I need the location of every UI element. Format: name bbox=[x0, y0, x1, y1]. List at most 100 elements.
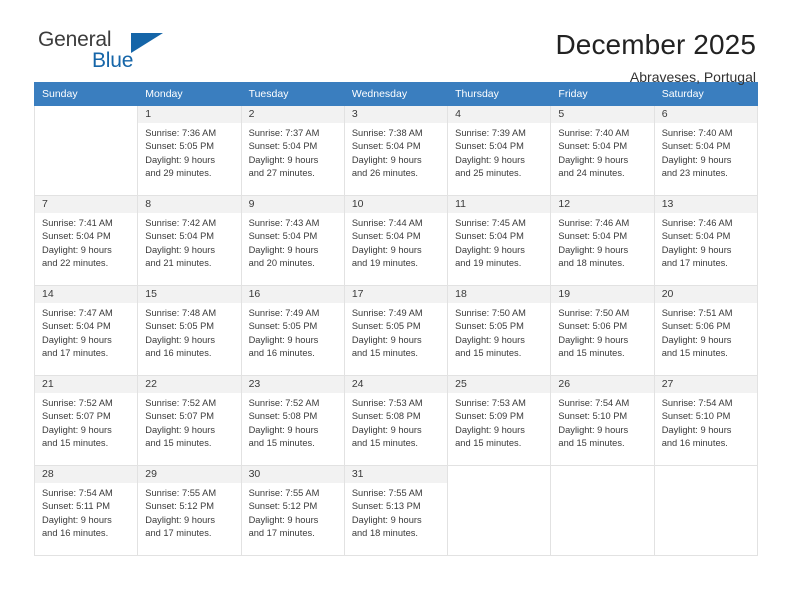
sunset-time: Sunset: 5:08 PM bbox=[351, 411, 421, 422]
day-cell[interactable]: 17 Sunrise: 7:49 AM Sunset: 5:05 PM Dayligh… bbox=[343, 285, 449, 376]
sunset-time: Sunset: 5:13 PM bbox=[351, 501, 421, 512]
day-cell[interactable]: 4 Sunrise: 7:39 AM Sunset: 5:04 PM Daylight… bbox=[447, 105, 552, 196]
day-number: 14 bbox=[35, 286, 138, 303]
general-blue-logo[interactable]: General Blue bbox=[34, 28, 164, 80]
sun-times-block: Sunrise: 7:40 AM Sunset: 5:04 PM Daylight:… bbox=[551, 123, 653, 180]
day-cell[interactable]: 23 Sunrise: 7:52 AM Sunset: 5:08 PM Dayligh… bbox=[240, 375, 345, 466]
day-cell[interactable]: 2 Sunrise: 7:37 AM Sunset: 5:04 PM Daylight… bbox=[240, 105, 345, 196]
day-number: 30 bbox=[241, 466, 344, 483]
daylight-duration-line-1: Daylight: 9 hours bbox=[145, 334, 216, 345]
daylight-duration-line-1: Daylight: 9 hours bbox=[661, 244, 732, 255]
day-number: 6 bbox=[654, 106, 757, 123]
day-number: 29 bbox=[138, 466, 241, 483]
day-cell[interactable]: 8 Sunrise: 7:42 AM Sunset: 5:04 PM Daylight… bbox=[137, 195, 242, 286]
day-number bbox=[551, 466, 654, 483]
sunset-time: Sunset: 5:06 PM bbox=[661, 321, 731, 332]
day-cell[interactable]: 22 Sunrise: 7:52 AM Sunset: 5:07 PM Dayligh… bbox=[137, 375, 242, 466]
daylight-duration-line-2: and 17 minutes. bbox=[661, 257, 728, 268]
sunset-time: Sunset: 5:10 PM bbox=[558, 411, 628, 422]
sunrise-time: Sunrise: 7:52 AM bbox=[42, 398, 113, 408]
sun-times-block: Sunrise: 7:46 AM Sunset: 5:04 PM Daylight:… bbox=[551, 213, 653, 270]
day-number: 16 bbox=[241, 286, 344, 303]
day-number: 7 bbox=[35, 196, 138, 213]
daylight-duration-line-1: Daylight: 9 hours bbox=[351, 154, 422, 165]
sunrise-time: Sunrise: 7:41 AM bbox=[42, 218, 113, 228]
daylight-duration-line-2: and 16 minutes. bbox=[661, 437, 728, 448]
day-cell[interactable]: 19 Sunrise: 7:50 AM Sunset: 5:06 PM Dayligh… bbox=[550, 285, 655, 376]
day-cell[interactable]: 24 Sunrise: 7:53 AM Sunset: 5:08 PM Dayligh… bbox=[343, 375, 449, 466]
sun-times-block: Sunrise: 7:49 AM Sunset: 5:05 PM Daylight:… bbox=[345, 303, 447, 360]
daylight-duration-line-1: Daylight: 9 hours bbox=[248, 154, 319, 165]
day-cell[interactable]: 15 Sunrise: 7:48 AM Sunset: 5:05 PM Dayligh… bbox=[137, 285, 242, 376]
page-subtitle: Abraveses, Portugal bbox=[629, 69, 756, 85]
day-cell[interactable]: 11 Sunrise: 7:45 AM Sunset: 5:04 PM Dayligh… bbox=[447, 195, 552, 286]
daylight-duration-line-1: Daylight: 9 hours bbox=[661, 424, 732, 435]
day-cell[interactable]: 1 Sunrise: 7:36 AM Sunset: 5:05 PM Daylight… bbox=[137, 105, 242, 196]
sunset-time: Sunset: 5:04 PM bbox=[42, 321, 111, 332]
sunset-time: Sunset: 5:08 PM bbox=[248, 411, 318, 422]
sunrise-time: Sunrise: 7:40 AM bbox=[558, 128, 630, 138]
sunset-time: Sunset: 5:04 PM bbox=[455, 231, 524, 242]
sunrise-time: Sunrise: 7:53 AM bbox=[351, 398, 423, 408]
day-number: 12 bbox=[551, 196, 654, 213]
day-number bbox=[654, 466, 757, 483]
day-cell[interactable]: 31 Sunrise: 7:55 AM Sunset: 5:13 PM Dayligh… bbox=[343, 465, 449, 556]
day-number: 2 bbox=[241, 106, 344, 123]
daylight-duration-line-1: Daylight: 9 hours bbox=[661, 154, 732, 165]
sun-times-block: Sunrise: 7:36 AM Sunset: 5:05 PM Daylight:… bbox=[138, 123, 240, 180]
day-cell[interactable]: 9 Sunrise: 7:43 AM Sunset: 5:04 PM Daylight… bbox=[240, 195, 345, 286]
day-cell[interactable]: 16 Sunrise: 7:49 AM Sunset: 5:05 PM Dayligh… bbox=[240, 285, 345, 376]
day-number: 4 bbox=[448, 106, 551, 123]
day-cell[interactable]: 6 Sunrise: 7:40 AM Sunset: 5:04 PM Daylight… bbox=[653, 105, 759, 196]
sunrise-time: Sunrise: 7:44 AM bbox=[351, 218, 423, 228]
daylight-duration-line-1: Daylight: 9 hours bbox=[455, 334, 525, 345]
sunrise-time: Sunrise: 7:55 AM bbox=[145, 488, 217, 498]
day-cell-empty bbox=[550, 465, 655, 556]
day-number: 27 bbox=[654, 376, 757, 393]
day-number: 24 bbox=[344, 376, 448, 393]
sun-times-block: Sunrise: 7:55 AM Sunset: 5:12 PM Daylight:… bbox=[138, 483, 240, 540]
day-number bbox=[35, 106, 138, 123]
sunrise-time: Sunrise: 7:54 AM bbox=[661, 398, 733, 408]
sun-times-block: Sunrise: 7:52 AM Sunset: 5:07 PM Daylight:… bbox=[138, 393, 240, 450]
sun-times-block: Sunrise: 7:53 AM Sunset: 5:08 PM Daylight:… bbox=[345, 393, 447, 450]
day-cell[interactable]: 5 Sunrise: 7:40 AM Sunset: 5:04 PM Daylight… bbox=[550, 105, 655, 196]
calendar-table: Sunday Monday Tuesday Wednesday Thursday… bbox=[33, 82, 759, 556]
day-cell[interactable]: 26 Sunrise: 7:54 AM Sunset: 5:10 PM Dayligh… bbox=[550, 375, 655, 466]
daylight-duration-line-1: Daylight: 9 hours bbox=[558, 244, 629, 255]
day-cell[interactable]: 20 Sunrise: 7:51 AM Sunset: 5:06 PM Dayligh… bbox=[653, 285, 759, 376]
sunrise-time: Sunrise: 7:46 AM bbox=[558, 218, 630, 228]
brand-triangle-icon bbox=[131, 33, 163, 53]
day-cell[interactable]: 18 Sunrise: 7:50 AM Sunset: 5:05 PM Dayligh… bbox=[447, 285, 552, 376]
day-cell[interactable]: 27 Sunrise: 7:54 AM Sunset: 5:10 PM Dayligh… bbox=[653, 375, 759, 466]
daylight-duration-line-2: and 15 minutes. bbox=[455, 437, 522, 448]
daylight-duration-line-2: and 15 minutes. bbox=[558, 347, 625, 358]
sun-times-block: Sunrise: 7:47 AM Sunset: 5:04 PM Daylight:… bbox=[35, 303, 137, 360]
daylight-duration-line-1: Daylight: 9 hours bbox=[145, 244, 216, 255]
calendar-week-row: 21 Sunrise: 7:52 AM Sunset: 5:07 PM Dayligh… bbox=[33, 375, 759, 466]
day-cell[interactable]: 7 Sunrise: 7:41 AM Sunset: 5:04 PM Daylight… bbox=[33, 195, 139, 286]
sunset-time: Sunset: 5:05 PM bbox=[145, 321, 215, 332]
day-number: 19 bbox=[551, 286, 654, 303]
calendar-week-row: 7 Sunrise: 7:41 AM Sunset: 5:04 PM Daylight… bbox=[33, 195, 759, 286]
day-cell[interactable]: 14 Sunrise: 7:47 AM Sunset: 5:04 PM Dayligh… bbox=[33, 285, 139, 376]
daylight-duration-line-1: Daylight: 9 hours bbox=[351, 334, 422, 345]
day-cell[interactable]: 29 Sunrise: 7:55 AM Sunset: 5:12 PM Dayligh… bbox=[137, 465, 242, 556]
day-cell[interactable]: 30 Sunrise: 7:55 AM Sunset: 5:12 PM Dayligh… bbox=[240, 465, 345, 556]
weekday-header-monday: Monday bbox=[137, 82, 242, 106]
day-cell[interactable]: 10 Sunrise: 7:44 AM Sunset: 5:04 PM Dayligh… bbox=[343, 195, 449, 286]
daylight-duration-line-2: and 16 minutes. bbox=[145, 347, 212, 358]
daylight-duration-line-2: and 20 minutes. bbox=[248, 257, 315, 268]
day-cell[interactable]: 21 Sunrise: 7:52 AM Sunset: 5:07 PM Dayligh… bbox=[33, 375, 139, 466]
sunrise-time: Sunrise: 7:53 AM bbox=[455, 398, 526, 408]
day-cell[interactable]: 3 Sunrise: 7:38 AM Sunset: 5:04 PM Daylight… bbox=[343, 105, 449, 196]
calendar-week-row: 28 Sunrise: 7:54 AM Sunset: 5:11 PM Dayligh… bbox=[33, 465, 759, 556]
day-cell[interactable]: 13 Sunrise: 7:46 AM Sunset: 5:04 PM Dayligh… bbox=[653, 195, 759, 286]
day-cell[interactable]: 28 Sunrise: 7:54 AM Sunset: 5:11 PM Dayligh… bbox=[33, 465, 139, 556]
day-cell[interactable]: 12 Sunrise: 7:46 AM Sunset: 5:04 PM Dayligh… bbox=[550, 195, 655, 286]
sun-times-block: Sunrise: 7:50 AM Sunset: 5:06 PM Daylight:… bbox=[551, 303, 653, 360]
calendar-week-row: 1 Sunrise: 7:36 AM Sunset: 5:05 PM Daylight… bbox=[33, 105, 759, 196]
sun-times-block: Sunrise: 7:52 AM Sunset: 5:07 PM Daylight:… bbox=[35, 393, 137, 450]
day-cell[interactable]: 25 Sunrise: 7:53 AM Sunset: 5:09 PM Dayligh… bbox=[447, 375, 552, 466]
daylight-duration-line-1: Daylight: 9 hours bbox=[558, 154, 629, 165]
